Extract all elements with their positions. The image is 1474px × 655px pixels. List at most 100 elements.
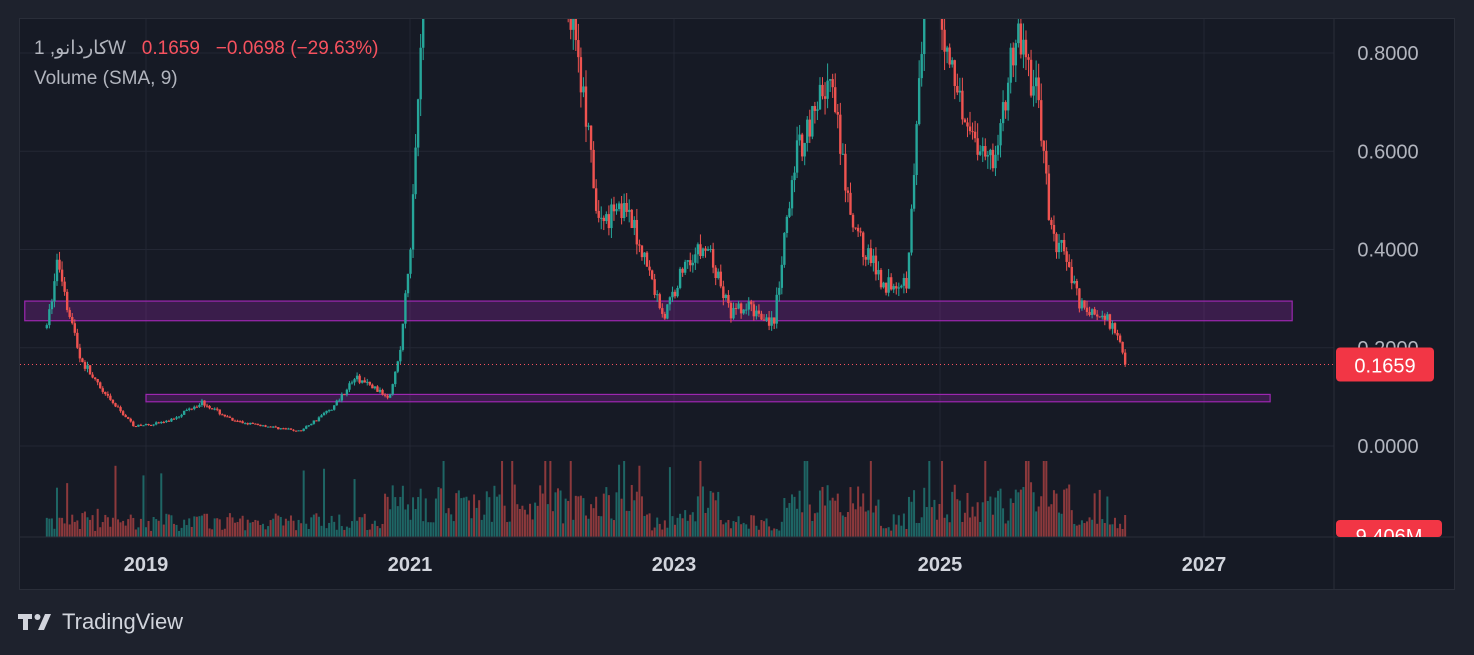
- volume-bar: [600, 516, 603, 537]
- volume-bar: [1040, 496, 1043, 537]
- candle-body: [111, 399, 115, 404]
- candle-body: [292, 429, 295, 431]
- candle-body: [76, 332, 79, 348]
- candle-body: [592, 149, 595, 189]
- volume-bar: [208, 528, 211, 537]
- candle-body: [302, 428, 305, 431]
- volume-bar: [434, 498, 437, 537]
- candle-body: [719, 271, 722, 287]
- volume-bar: [1022, 487, 1025, 537]
- candle-body: [780, 264, 784, 288]
- volume-bar: [834, 500, 837, 537]
- tradingview-logo[interactable]: TradingView: [18, 608, 183, 636]
- candle-body: [841, 153, 845, 155]
- volume-bar: [707, 507, 710, 537]
- volume-bar: [897, 515, 900, 537]
- volume-bar: [1080, 520, 1083, 537]
- volume-bar: [409, 519, 412, 537]
- volume-bar: [264, 529, 267, 537]
- volume-bar: [363, 513, 366, 537]
- candle-body: [678, 268, 682, 288]
- candle-body: [399, 349, 402, 362]
- candle-body: [409, 249, 412, 274]
- candle-body: [411, 194, 415, 250]
- volume-bar: [966, 492, 969, 537]
- candle-body: [310, 423, 313, 426]
- legend-title: كاردانو, 1W 0.1659 −0.0698 (−29.63%): [34, 37, 378, 60]
- candle-body: [414, 147, 417, 195]
- volume-bar: [574, 495, 577, 537]
- volume-bar: [806, 461, 809, 537]
- candle-body: [71, 316, 74, 324]
- candle-body: [574, 19, 578, 41]
- volume-bar: [846, 511, 849, 537]
- volume-bar: [109, 526, 112, 537]
- x-tick-label: 2021: [388, 554, 433, 576]
- volume-bar: [106, 517, 109, 537]
- candle-body: [737, 303, 740, 309]
- candle-body: [91, 374, 94, 378]
- candle-body: [905, 277, 908, 289]
- candle-body: [65, 291, 69, 311]
- volume-bar: [315, 513, 318, 537]
- volume-bar: [89, 519, 92, 537]
- candle-body: [162, 422, 166, 424]
- volume-bar: [124, 525, 127, 537]
- candle-body: [989, 149, 992, 156]
- candle-body: [727, 294, 730, 304]
- candle-body: [1047, 173, 1051, 220]
- volume-bar: [638, 465, 641, 537]
- volume-bar: [653, 527, 656, 537]
- volume-bar: [770, 530, 773, 537]
- candle-body: [628, 209, 631, 212]
- volume-bar: [335, 529, 338, 537]
- volume-bar: [569, 461, 572, 537]
- volume-bar: [1009, 498, 1012, 537]
- candle-body: [154, 422, 158, 425]
- grid: [20, 19, 1334, 537]
- candle-body: [1024, 39, 1028, 58]
- volume-bar: [557, 488, 560, 537]
- volume-bar: [518, 508, 521, 537]
- volume-bar: [559, 490, 562, 537]
- volume-bar: [371, 523, 374, 537]
- candle-body: [259, 424, 262, 427]
- candle-body: [948, 47, 951, 65]
- candle-body: [271, 426, 275, 428]
- candle-body: [622, 203, 626, 219]
- candle-body: [282, 428, 285, 430]
- candle-body: [1060, 239, 1063, 243]
- volume-bar: [1012, 502, 1015, 537]
- candle-body: [139, 424, 143, 426]
- volume-bar: [633, 500, 636, 537]
- volume-bar: [969, 517, 972, 537]
- candle-body: [1113, 323, 1117, 333]
- volume-bar: [142, 475, 145, 537]
- volume-bar: [234, 522, 237, 537]
- volume-bar: [773, 528, 776, 537]
- volume-bar: [343, 529, 346, 537]
- candle-body: [396, 361, 399, 372]
- volume-bar: [717, 491, 720, 537]
- x-tick-label: 2023: [652, 554, 697, 576]
- candle-body: [104, 391, 107, 395]
- volume-bar: [778, 530, 781, 537]
- volume-bar: [384, 493, 387, 537]
- candle-body: [1085, 307, 1089, 313]
- volume-bar: [674, 524, 676, 537]
- candle-body: [800, 134, 804, 157]
- candle-body: [188, 408, 191, 410]
- price-chart[interactable]: 0.80000.60000.40000.20000.00002019202120…: [0, 0, 1474, 600]
- candle-body: [1080, 300, 1084, 309]
- volume-bar: [918, 523, 921, 537]
- candle-body: [717, 271, 720, 278]
- volume-bar: [193, 516, 196, 537]
- volume-bar: [190, 526, 193, 537]
- volume-bar: [668, 467, 671, 537]
- candle-body: [767, 317, 771, 326]
- candle-body: [315, 420, 318, 422]
- volume-bar: [45, 517, 48, 537]
- volume-bar: [71, 514, 74, 537]
- volume-bar: [928, 461, 931, 537]
- volume-bar: [127, 519, 130, 537]
